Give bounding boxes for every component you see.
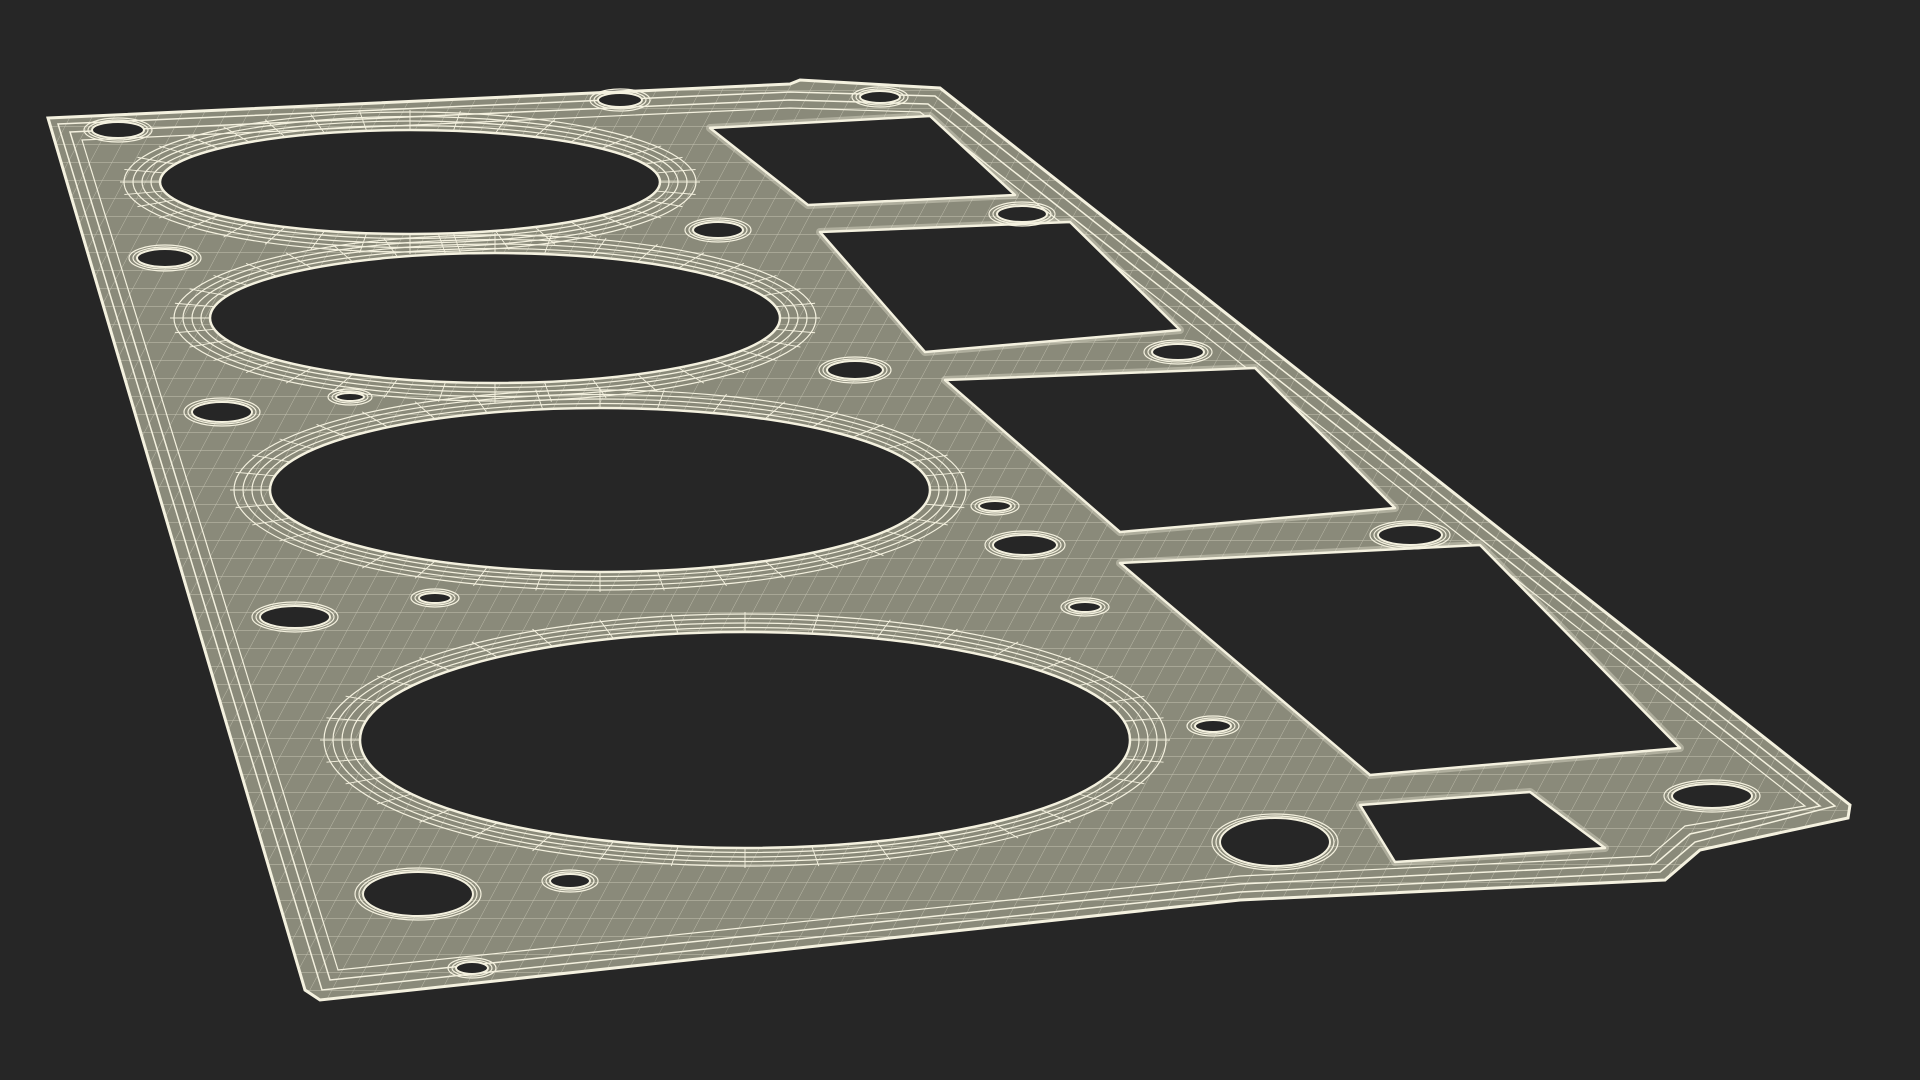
bolt-hole <box>1186 715 1240 737</box>
bolt-hole <box>183 397 261 427</box>
bolt-hole <box>589 88 651 112</box>
bolt-hole <box>1663 779 1761 813</box>
render-viewport <box>0 0 1920 1080</box>
bolt-hole <box>988 201 1056 227</box>
cylinder-bore <box>320 612 1170 868</box>
bolt-hole <box>128 244 202 272</box>
bolt-hole <box>541 869 599 893</box>
bolt-hole <box>984 530 1066 560</box>
bolt-hole <box>251 601 339 633</box>
bolt-hole <box>354 867 482 921</box>
bolt-hole <box>684 217 752 243</box>
bolt-hole <box>1211 813 1339 871</box>
bolt-hole <box>83 117 153 143</box>
bolt-hole <box>818 356 892 384</box>
bolt-hole <box>1369 520 1451 550</box>
bolt-hole <box>447 957 497 979</box>
bolt-hole <box>1143 339 1213 365</box>
bolt-hole <box>851 86 909 108</box>
gasket-render <box>46 78 1852 1002</box>
